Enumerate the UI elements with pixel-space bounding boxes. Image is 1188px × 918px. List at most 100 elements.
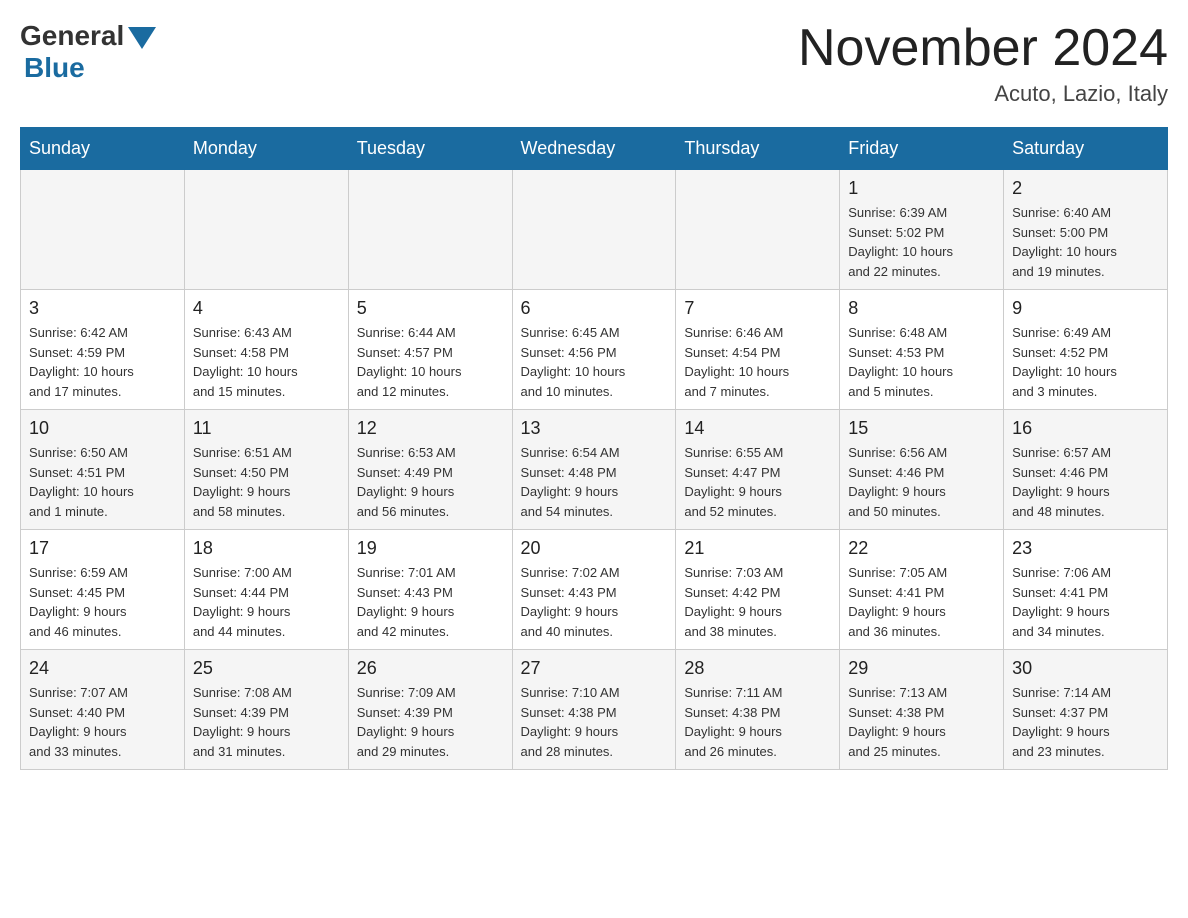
day-number: 22 <box>848 538 995 559</box>
calendar-cell: 30 Sunrise: 7:14 AM Sunset: 4:37 PM Dayli… <box>1004 650 1168 770</box>
day-info: Sunrise: 7:02 AM Sunset: 4:43 PM Dayligh… <box>521 563 668 641</box>
calendar-cell: 7 Sunrise: 6:46 AM Sunset: 4:54 PM Daylig… <box>676 290 840 410</box>
calendar-cell: 11 Sunrise: 6:51 AM Sunset: 4:50 PM Dayli… <box>184 410 348 530</box>
day-number: 2 <box>1012 178 1159 199</box>
title-section: November 2024 Acuto, Lazio, Italy <box>798 20 1168 107</box>
day-number: 25 <box>193 658 340 679</box>
day-info: Sunrise: 6:45 AM Sunset: 4:56 PM Dayligh… <box>521 323 668 401</box>
calendar-cell: 15 Sunrise: 6:56 AM Sunset: 4:46 PM Dayli… <box>840 410 1004 530</box>
day-info: Sunrise: 6:42 AM Sunset: 4:59 PM Dayligh… <box>29 323 176 401</box>
day-number: 19 <box>357 538 504 559</box>
day-info: Sunrise: 6:43 AM Sunset: 4:58 PM Dayligh… <box>193 323 340 401</box>
day-info: Sunrise: 6:40 AM Sunset: 5:00 PM Dayligh… <box>1012 203 1159 281</box>
day-info: Sunrise: 7:06 AM Sunset: 4:41 PM Dayligh… <box>1012 563 1159 641</box>
day-number: 5 <box>357 298 504 319</box>
location-text: Acuto, Lazio, Italy <box>798 81 1168 107</box>
calendar-table: SundayMondayTuesdayWednesdayThursdayFrid… <box>20 127 1168 770</box>
day-number: 16 <box>1012 418 1159 439</box>
calendar-week-row: 10 Sunrise: 6:50 AM Sunset: 4:51 PM Dayli… <box>21 410 1168 530</box>
calendar-cell: 12Sunrise: 6:53 AM Sunset: 4:49 PM Dayli… <box>348 410 512 530</box>
day-info: Sunrise: 7:03 AM Sunset: 4:42 PM Dayligh… <box>684 563 831 641</box>
logo: General Blue <box>20 20 156 84</box>
calendar-cell <box>676 170 840 290</box>
calendar-cell: 13Sunrise: 6:54 AM Sunset: 4:48 PM Dayli… <box>512 410 676 530</box>
calendar-cell <box>184 170 348 290</box>
day-info: Sunrise: 7:08 AM Sunset: 4:39 PM Dayligh… <box>193 683 340 761</box>
day-info: Sunrise: 7:09 AM Sunset: 4:39 PM Dayligh… <box>357 683 504 761</box>
day-number: 1 <box>848 178 995 199</box>
calendar-cell: 19 Sunrise: 7:01 AM Sunset: 4:43 PM Dayli… <box>348 530 512 650</box>
day-number: 20 <box>521 538 668 559</box>
weekday-header-thursday: Thursday <box>676 128 840 170</box>
logo-blue-text: Blue <box>24 52 85 84</box>
day-number: 18 <box>193 538 340 559</box>
day-info: Sunrise: 6:59 AM Sunset: 4:45 PM Dayligh… <box>29 563 176 641</box>
day-info: Sunrise: 6:51 AM Sunset: 4:50 PM Dayligh… <box>193 443 340 521</box>
day-number: 11 <box>193 418 340 439</box>
day-number: 10 <box>29 418 176 439</box>
calendar-cell: 17Sunrise: 6:59 AM Sunset: 4:45 PM Dayli… <box>21 530 185 650</box>
calendar-week-row: 17Sunrise: 6:59 AM Sunset: 4:45 PM Dayli… <box>21 530 1168 650</box>
weekday-header-row: SundayMondayTuesdayWednesdayThursdayFrid… <box>21 128 1168 170</box>
day-info: Sunrise: 6:46 AM Sunset: 4:54 PM Dayligh… <box>684 323 831 401</box>
calendar-week-row: 3 Sunrise: 6:42 AM Sunset: 4:59 PM Daylig… <box>21 290 1168 410</box>
day-info: Sunrise: 7:11 AM Sunset: 4:38 PM Dayligh… <box>684 683 831 761</box>
day-number: 8 <box>848 298 995 319</box>
day-number: 21 <box>684 538 831 559</box>
calendar-cell: 28 Sunrise: 7:11 AM Sunset: 4:38 PM Dayli… <box>676 650 840 770</box>
day-number: 15 <box>848 418 995 439</box>
day-number: 4 <box>193 298 340 319</box>
calendar-cell: 1 Sunrise: 6:39 AM Sunset: 5:02 PM Daylig… <box>840 170 1004 290</box>
calendar-cell: 24 Sunrise: 7:07 AM Sunset: 4:40 PM Dayli… <box>21 650 185 770</box>
calendar-cell: 29Sunrise: 7:13 AM Sunset: 4:38 PM Dayli… <box>840 650 1004 770</box>
calendar-cell: 25 Sunrise: 7:08 AM Sunset: 4:39 PM Dayli… <box>184 650 348 770</box>
calendar-cell: 2 Sunrise: 6:40 AM Sunset: 5:00 PM Daylig… <box>1004 170 1168 290</box>
day-number: 7 <box>684 298 831 319</box>
day-number: 29 <box>848 658 995 679</box>
calendar-cell: 26 Sunrise: 7:09 AM Sunset: 4:39 PM Dayli… <box>348 650 512 770</box>
calendar-cell: 5Sunrise: 6:44 AM Sunset: 4:57 PM Daylig… <box>348 290 512 410</box>
day-info: Sunrise: 7:05 AM Sunset: 4:41 PM Dayligh… <box>848 563 995 641</box>
logo-triangle-icon <box>128 27 156 49</box>
day-number: 30 <box>1012 658 1159 679</box>
day-info: Sunrise: 6:57 AM Sunset: 4:46 PM Dayligh… <box>1012 443 1159 521</box>
calendar-cell: 9 Sunrise: 6:49 AM Sunset: 4:52 PM Daylig… <box>1004 290 1168 410</box>
weekday-header-tuesday: Tuesday <box>348 128 512 170</box>
day-info: Sunrise: 6:54 AM Sunset: 4:48 PM Dayligh… <box>521 443 668 521</box>
logo-general-text: General <box>20 20 124 52</box>
calendar-cell: 10 Sunrise: 6:50 AM Sunset: 4:51 PM Dayli… <box>21 410 185 530</box>
day-info: Sunrise: 6:50 AM Sunset: 4:51 PM Dayligh… <box>29 443 176 521</box>
day-info: Sunrise: 7:14 AM Sunset: 4:37 PM Dayligh… <box>1012 683 1159 761</box>
day-info: Sunrise: 7:00 AM Sunset: 4:44 PM Dayligh… <box>193 563 340 641</box>
day-info: Sunrise: 6:39 AM Sunset: 5:02 PM Dayligh… <box>848 203 995 281</box>
page-header: General Blue November 2024 Acuto, Lazio,… <box>20 20 1168 107</box>
day-number: 3 <box>29 298 176 319</box>
calendar-cell <box>512 170 676 290</box>
day-number: 28 <box>684 658 831 679</box>
calendar-cell: 23 Sunrise: 7:06 AM Sunset: 4:41 PM Dayli… <box>1004 530 1168 650</box>
weekday-header-friday: Friday <box>840 128 1004 170</box>
day-info: Sunrise: 7:07 AM Sunset: 4:40 PM Dayligh… <box>29 683 176 761</box>
day-number: 12 <box>357 418 504 439</box>
calendar-cell <box>348 170 512 290</box>
day-number: 26 <box>357 658 504 679</box>
day-info: Sunrise: 6:56 AM Sunset: 4:46 PM Dayligh… <box>848 443 995 521</box>
calendar-cell: 21 Sunrise: 7:03 AM Sunset: 4:42 PM Dayli… <box>676 530 840 650</box>
day-info: Sunrise: 6:48 AM Sunset: 4:53 PM Dayligh… <box>848 323 995 401</box>
day-number: 23 <box>1012 538 1159 559</box>
calendar-cell: 22 Sunrise: 7:05 AM Sunset: 4:41 PM Dayli… <box>840 530 1004 650</box>
day-number: 14 <box>684 418 831 439</box>
day-info: Sunrise: 6:55 AM Sunset: 4:47 PM Dayligh… <box>684 443 831 521</box>
weekday-header-sunday: Sunday <box>21 128 185 170</box>
calendar-cell: 16 Sunrise: 6:57 AM Sunset: 4:46 PM Dayli… <box>1004 410 1168 530</box>
calendar-week-row: 24 Sunrise: 7:07 AM Sunset: 4:40 PM Dayli… <box>21 650 1168 770</box>
calendar-cell: 8 Sunrise: 6:48 AM Sunset: 4:53 PM Daylig… <box>840 290 1004 410</box>
day-number: 9 <box>1012 298 1159 319</box>
calendar-cell: 6Sunrise: 6:45 AM Sunset: 4:56 PM Daylig… <box>512 290 676 410</box>
month-title: November 2024 <box>798 20 1168 77</box>
calendar-cell: 3 Sunrise: 6:42 AM Sunset: 4:59 PM Daylig… <box>21 290 185 410</box>
weekday-header-wednesday: Wednesday <box>512 128 676 170</box>
day-number: 24 <box>29 658 176 679</box>
day-info: Sunrise: 6:49 AM Sunset: 4:52 PM Dayligh… <box>1012 323 1159 401</box>
day-info: Sunrise: 7:01 AM Sunset: 4:43 PM Dayligh… <box>357 563 504 641</box>
